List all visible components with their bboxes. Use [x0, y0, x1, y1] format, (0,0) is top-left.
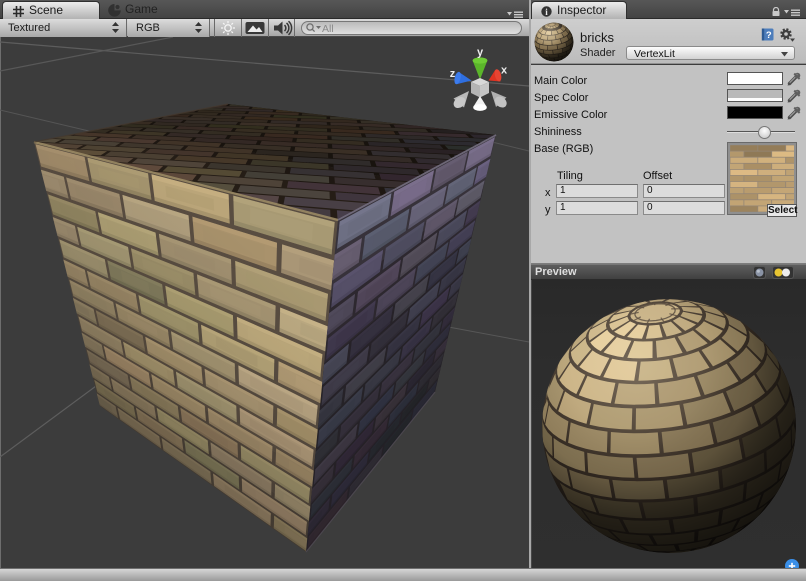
svg-text:x: x [501, 65, 508, 77]
svg-text:y: y [477, 47, 484, 59]
svg-text:?: ? [766, 30, 772, 41]
svg-text:z: z [450, 68, 456, 80]
